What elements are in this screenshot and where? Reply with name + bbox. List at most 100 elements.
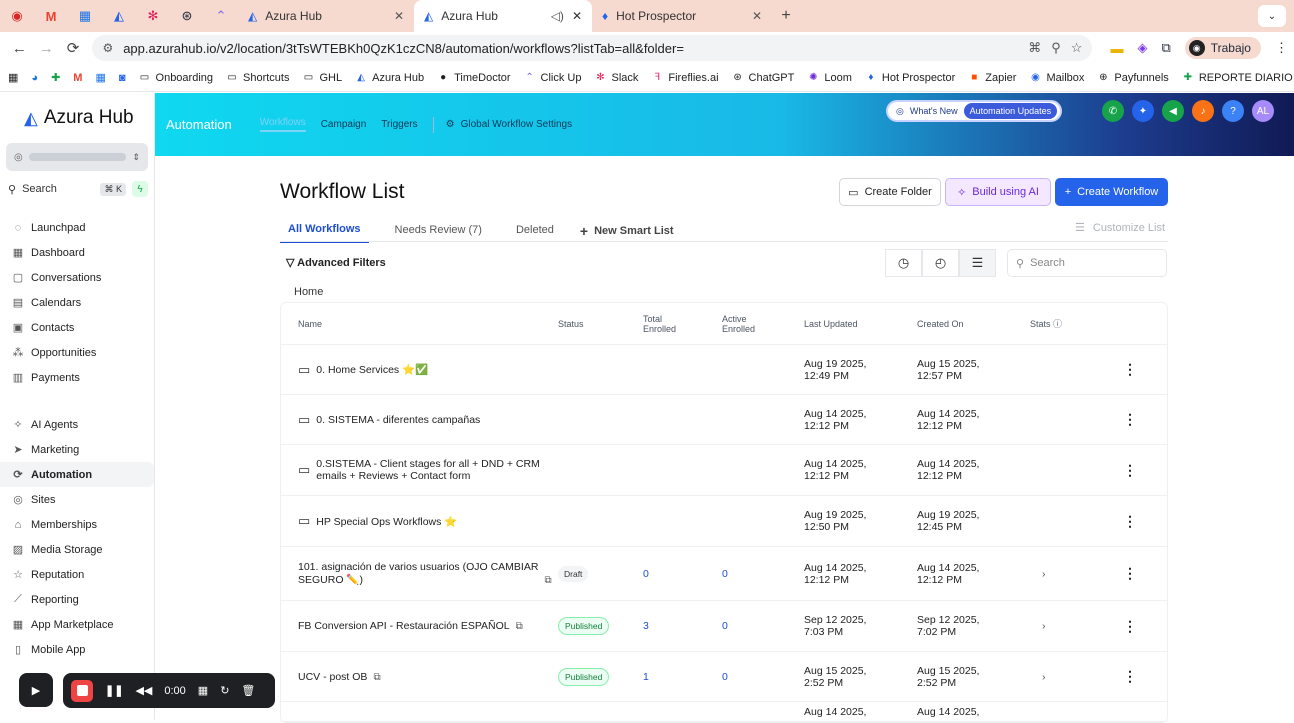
pinned-tab-record-icon[interactable]: ◉: [0, 0, 34, 32]
tab-deleted[interactable]: Deleted: [508, 219, 562, 242]
bookmark-onboarding[interactable]: ▭ Onboarding: [139, 72, 213, 84]
row-menu-icon[interactable]: ⋮: [1100, 411, 1160, 428]
bookmark-zapier[interactable]: ■ Zapier: [968, 72, 1016, 84]
pinned-tab-slack-icon[interactable]: ✻: [136, 0, 170, 32]
row-menu-icon[interactable]: ⋮: [1100, 361, 1160, 378]
apps-grid-icon[interactable]: ▦: [8, 71, 18, 84]
tab-azura-hub-2[interactable]: ◭ Azura Hub ◁) ✕: [414, 0, 592, 32]
bookmark-azura-hub[interactable]: ◭ Azura Hub: [355, 72, 424, 84]
sidebar-item-payments[interactable]: ▥ Payments: [0, 365, 154, 390]
sidebar-item-contacts[interactable]: ▣ Contacts: [0, 315, 154, 340]
row-menu-icon[interactable]: ⋮: [1100, 668, 1160, 685]
reload-icon[interactable]: ⟳: [60, 39, 87, 57]
external-link-icon[interactable]: ⧉: [373, 672, 380, 683]
breadcrumb[interactable]: Home: [294, 286, 323, 298]
table-row[interactable]: FB Conversion API - Restauración ESPAÑOL…: [281, 601, 1167, 652]
table-row[interactable]: ▭ 0.SISTEMA - Client stages for all + DND…: [281, 445, 1167, 496]
trash-icon[interactable]: 🗑: [241, 684, 255, 697]
col-stats[interactable]: Stats ⓘ: [1030, 317, 1100, 330]
forward-arrow-icon[interactable]: →: [33, 40, 60, 57]
sidebar-item-reputation[interactable]: ☆ Reputation: [0, 562, 154, 587]
table-row[interactable]: ▭ 0. Home Services ⭐✅ Aug 19 2025, 12:49 PM…: [281, 345, 1167, 395]
back-arrow-icon[interactable]: ←: [6, 40, 33, 57]
quick-action-bolt-icon[interactable]: ϟ: [132, 181, 148, 197]
build-using-ai-button[interactable]: ✧ Build using AI: [945, 178, 1051, 206]
row-name[interactable]: 101. asignación de varios usuarios (OJO …: [298, 561, 538, 586]
table-row[interactable]: 101. asignación de varios usuarios (OJO …: [281, 547, 1167, 601]
row-name[interactable]: 0. SISTEMA - diferentes campañas: [316, 414, 480, 426]
restart-icon[interactable]: ↻: [220, 684, 229, 697]
bell-icon[interactable]: ♪: [1192, 100, 1214, 122]
pinned-tab-chatgpt-icon[interactable]: ⊛: [170, 0, 204, 32]
sidebar-item-ai-agents[interactable]: ✧ AI Agents: [0, 412, 154, 437]
external-link-icon[interactable]: ⧉: [516, 621, 523, 632]
sidebar-item-sites[interactable]: ◎ Sites: [0, 487, 154, 512]
phone-icon[interactable]: ✆: [1102, 100, 1124, 122]
nav-campaign[interactable]: Campaign: [321, 119, 367, 130]
active-enrolled[interactable]: 0: [722, 671, 804, 683]
workflow-search-input[interactable]: ⚲ Search: [1007, 249, 1167, 277]
chevron-right-icon[interactable]: ›: [1042, 568, 1046, 580]
nav-global-workflow-settings[interactable]: ⚙ Global Workflow Settings: [446, 119, 573, 130]
bookmark-shortcuts[interactable]: ▭ Shortcuts: [226, 72, 289, 84]
row-name[interactable]: 0. Home Services ⭐✅: [316, 363, 428, 376]
stats-cell[interactable]: ›: [1030, 568, 1100, 580]
tab-search-chevron-icon[interactable]: ⌄: [1258, 5, 1286, 27]
help-icon[interactable]: ?: [1222, 100, 1244, 122]
sidebar-item-launchpad[interactable]: ◌ Launchpad: [0, 215, 154, 240]
table-row[interactable]: Aug 14 2025, Aug 14 2025,: [281, 702, 1167, 722]
tab-hot-prospector[interactable]: ♦ Hot Prospector ✕: [592, 0, 772, 32]
bookmark-timedoctor[interactable]: ● TimeDoctor: [437, 72, 510, 84]
tab-azura-hub-1[interactable]: ◭ Azura Hub ✕: [238, 0, 414, 32]
row-menu-icon[interactable]: ⋮: [1100, 513, 1160, 530]
site-settings-icon[interactable]: ⚙: [102, 41, 113, 55]
row-menu-icon[interactable]: ⋮: [1100, 565, 1160, 582]
nav-triggers[interactable]: Triggers: [381, 119, 417, 130]
sidebar-item-conversations[interactable]: ▢ Conversations: [0, 265, 154, 290]
create-folder-button[interactable]: ▭ Create Folder: [839, 178, 941, 206]
total-enrolled[interactable]: 0: [643, 568, 722, 580]
stop-recording-button[interactable]: [71, 679, 93, 702]
clock-icon[interactable]: ◴: [922, 249, 959, 277]
pinned-tab-azura-icon[interactable]: ◭: [102, 0, 136, 32]
col-status[interactable]: Status: [558, 319, 643, 329]
announcement-icon[interactable]: ◀: [1162, 100, 1184, 122]
sidebar-item-marketing[interactable]: ➤ Marketing: [0, 437, 154, 462]
nav-workflows[interactable]: Workflows: [259, 117, 306, 132]
brand-logo[interactable]: ◭ Azura Hub: [0, 93, 154, 143]
row-menu-icon[interactable]: ⋮: [1100, 618, 1160, 635]
rewind-icon[interactable]: ◀◀: [135, 684, 152, 697]
grid-icon[interactable]: ▦: [198, 684, 208, 697]
active-enrolled[interactable]: 0: [722, 568, 804, 580]
bookmark-reporte-diario[interactable]: ✚ REPORTE DIARIO: [1182, 72, 1293, 84]
new-smart-list-button[interactable]: + New Smart List: [580, 223, 674, 239]
account-switcher[interactable]: ◎ ⇕: [6, 143, 148, 171]
address-bar[interactable]: ⚙ app.azurahub.io/v2/location/3tTsWTEBKh…: [92, 35, 1093, 61]
pinned-tab-calendar-icon[interactable]: ▦: [68, 0, 102, 32]
col-created-on[interactable]: Created On: [917, 319, 1030, 329]
close-icon[interactable]: ✕: [572, 9, 582, 23]
sidebar-item-calendars[interactable]: ▤ Calendars: [0, 290, 154, 315]
bookmark-ghl[interactable]: ▭ GHL: [302, 72, 342, 84]
bookmark-zoom-icon[interactable]: ◙: [119, 72, 126, 84]
bookmark-fireflies[interactable]: ꟻ Fireflies.ai: [651, 72, 719, 84]
bookmark-calendar-icon[interactable]: ▦: [95, 71, 105, 84]
bookmark-star-icon[interactable]: ☆: [1071, 40, 1083, 56]
history-icon[interactable]: ◷: [885, 249, 922, 277]
stats-cell[interactable]: ›: [1030, 671, 1100, 683]
sidebar-item-opportunities[interactable]: ⁂ Opportunities: [0, 340, 154, 365]
sidebar-item-dashboard[interactable]: ▦ Dashboard: [0, 240, 154, 265]
active-enrolled[interactable]: 0: [722, 620, 804, 632]
bookmark-gmail-icon[interactable]: M: [73, 72, 82, 84]
bookmark-chatgpt[interactable]: ⊛ ChatGPT: [732, 72, 794, 84]
table-row[interactable]: ▭ HP Special Ops Workflows ⭐ Aug 19 2025, 1…: [281, 496, 1167, 547]
chevron-right-icon[interactable]: ›: [1042, 671, 1046, 683]
bookmark-hot-prospector[interactable]: ♦ Hot Prospector: [865, 72, 955, 84]
profile-chip[interactable]: ◉ Trabajo: [1184, 37, 1261, 59]
zoom-icon[interactable]: ⚲: [1051, 40, 1061, 56]
browser-menu-icon[interactable]: ⋮: [1275, 40, 1288, 56]
row-name[interactable]: 0.SISTEMA - Client stages for all + DND …: [316, 458, 539, 482]
table-row[interactable]: UCV - post OB ⧉ Published 1 0 Aug 15 2025, 2:5…: [281, 652, 1167, 702]
sidebar-item-app-marketplace[interactable]: ▦ App Marketplace: [0, 612, 154, 637]
customize-list-button[interactable]: ☰ Customize List: [1075, 221, 1165, 235]
